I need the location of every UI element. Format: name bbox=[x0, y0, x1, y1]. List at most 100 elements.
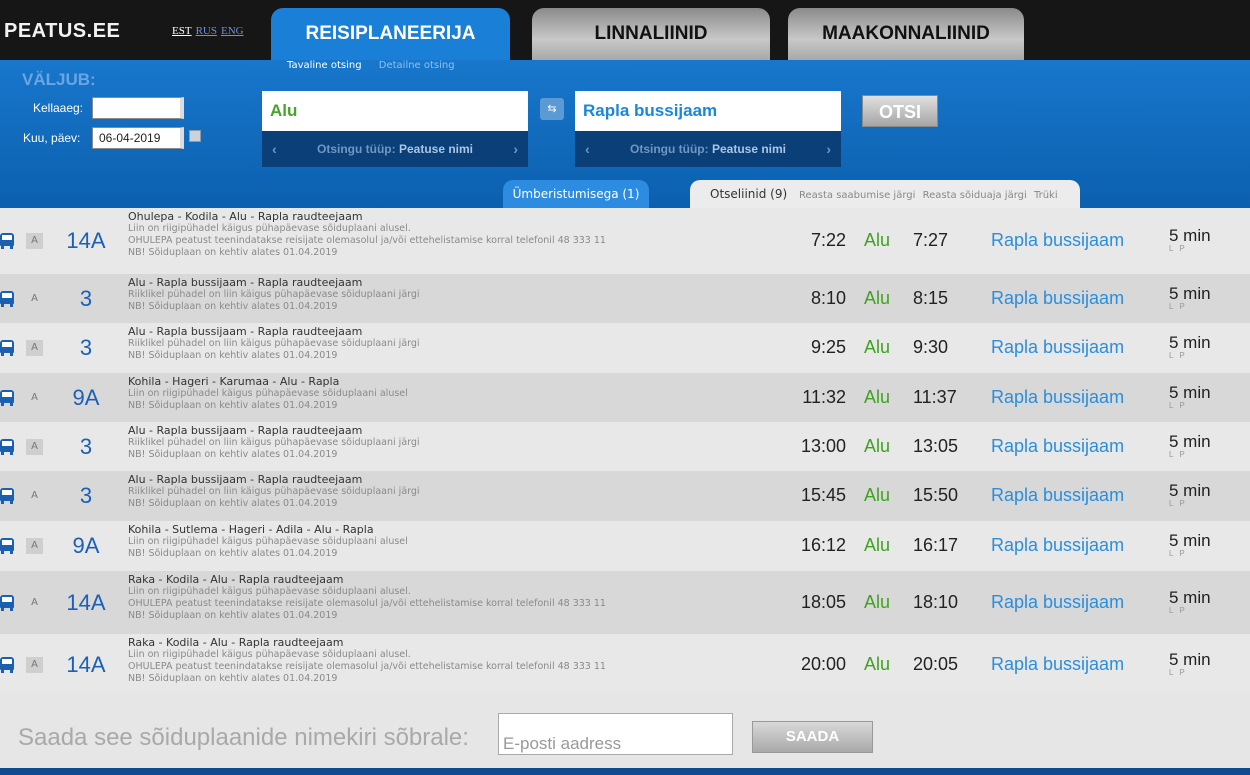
sort-by-duration-link[interactable]: Reasta sõiduaja järgi bbox=[923, 190, 1027, 201]
accessibility-badge: A bbox=[26, 656, 43, 673]
destination-link[interactable]: Rapla bussijaam bbox=[991, 535, 1124, 556]
route-number[interactable]: 3 bbox=[50, 483, 122, 509]
arrival-time: 18:10 bbox=[913, 591, 959, 612]
result-row[interactable]: A 9A Kohila - Sutlema - Hageri - Adila - A… bbox=[0, 521, 1250, 571]
departure-time: 20:00 bbox=[800, 653, 846, 674]
tab-city-lines[interactable]: LINNALIINID bbox=[532, 8, 770, 60]
destination-link[interactable]: Rapla bussijaam bbox=[991, 387, 1124, 408]
site-logo[interactable]: PEATUS.EE bbox=[4, 20, 120, 43]
route-note: NB! Sõiduplaan on kehtiv alates 01.04.20… bbox=[128, 301, 338, 312]
bus-icon-part bbox=[1, 450, 4, 455]
to-stop-input[interactable]: Rapla bussijaam bbox=[575, 91, 841, 131]
from-stop-input[interactable]: Alu bbox=[262, 91, 528, 131]
route-name[interactable]: Alu - Rapla bussijaam - Rapla raudteejaa… bbox=[128, 276, 748, 289]
result-row[interactable]: A 14A Ohulepa - Kodila - Alu - Rapla raudt… bbox=[0, 208, 1250, 274]
bus-icon-part bbox=[2, 596, 12, 602]
chevron-right-icon[interactable]: › bbox=[826, 131, 831, 167]
email-input[interactable]: E-posti aadress bbox=[498, 713, 733, 755]
route-name[interactable]: Ohulepa - Kodila - Alu - Rapla raudteeja… bbox=[128, 210, 748, 223]
destination-link[interactable]: Rapla bussijaam bbox=[991, 230, 1124, 251]
route-name[interactable]: Alu - Rapla bussijaam - Rapla raudteejaa… bbox=[128, 325, 748, 338]
route-description: Kohila - Hageri - Karumaa - Alu - Rapla L… bbox=[128, 375, 748, 412]
departure-stop: Alu bbox=[864, 287, 891, 308]
destination-link[interactable]: Rapla bussijaam bbox=[991, 592, 1124, 613]
direct-lines-label[interactable]: Otseliinid (9) bbox=[710, 187, 787, 201]
from-search-type[interactable]: ‹ Otsingu tüüp: Peatuse nimi › bbox=[262, 131, 528, 167]
chevron-left-icon[interactable]: ‹ bbox=[585, 131, 590, 167]
time-input[interactable] bbox=[92, 97, 184, 119]
route-number[interactable]: 14A bbox=[50, 652, 122, 678]
departure-time: 15:45 bbox=[800, 485, 846, 505]
operating-days: L P bbox=[1169, 351, 1187, 360]
bus-icon-part bbox=[2, 391, 12, 397]
bus-icon-part bbox=[2, 490, 12, 495]
destination-link[interactable]: Rapla bussijaam bbox=[991, 485, 1124, 506]
bottom-bar bbox=[0, 768, 1250, 775]
route-name[interactable]: Alu - Rapla bussijaam - Rapla raudteejaa… bbox=[128, 424, 748, 437]
route-name[interactable]: Alu - Rapla bussijaam - Rapla raudteejaa… bbox=[128, 473, 748, 486]
route-name[interactable]: Raka - Kodila - Alu - Rapla raudteejaam bbox=[128, 573, 748, 586]
operating-days: L P bbox=[1169, 549, 1187, 558]
route-number[interactable]: 3 bbox=[50, 286, 122, 312]
tab-simple-search[interactable]: Tavaline otsing bbox=[287, 60, 362, 71]
tab-direct-lines[interactable]: Otseliinid (9) Reasta saabumise järgi Re… bbox=[690, 180, 1080, 208]
route-name[interactable]: Kohila - Hageri - Karumaa - Alu - Rapla bbox=[128, 375, 748, 388]
search-mode-tabs: Tavaline otsing Detailne otsing bbox=[287, 60, 455, 71]
route-number[interactable]: 3 bbox=[50, 434, 122, 460]
tab-detailed-search[interactable]: Detailne otsing bbox=[379, 60, 455, 71]
bus-icon bbox=[0, 538, 14, 554]
result-row[interactable]: A 3 Alu - Rapla bussijaam - Rapla raudteej… bbox=[0, 274, 1250, 323]
route-number[interactable]: 14A bbox=[50, 590, 122, 616]
swap-stops-icon[interactable]: ⇆ bbox=[540, 98, 564, 120]
duration-value: 5 min bbox=[1169, 531, 1211, 550]
route-name[interactable]: Kohila - Sutlema - Hageri - Adila - Alu … bbox=[128, 523, 748, 536]
route-description: Kohila - Sutlema - Hageri - Adila - Alu … bbox=[128, 523, 748, 560]
accessibility-badge: A bbox=[31, 391, 38, 403]
chevron-right-icon[interactable]: › bbox=[513, 131, 518, 167]
result-row[interactable]: A 9A Kohila - Hageri - Karumaa - Alu - Rap… bbox=[0, 373, 1250, 422]
trip-duration: 5 min L P bbox=[1169, 227, 1211, 254]
route-note: Liin on riigipühadel käigus pühapäevase … bbox=[128, 586, 411, 597]
route-name[interactable]: Raka - Kodila - Alu - Rapla raudteejaam bbox=[128, 636, 748, 649]
destination-link[interactable]: Rapla bussijaam bbox=[991, 337, 1124, 358]
lang-rus-link[interactable]: RUS bbox=[196, 25, 217, 37]
bus-icon bbox=[0, 233, 14, 249]
route-number[interactable]: 14A bbox=[50, 228, 122, 254]
result-row[interactable]: A 3 Alu - Rapla bussijaam - Rapla raudteej… bbox=[0, 323, 1250, 373]
route-number[interactable]: 9A bbox=[50, 533, 122, 559]
search-button[interactable]: OTSI bbox=[862, 95, 938, 127]
destination-link[interactable]: Rapla bussijaam bbox=[991, 436, 1124, 457]
search-type-prefix: Otsingu tüüp: bbox=[629, 142, 709, 156]
lang-est-link[interactable]: EST bbox=[172, 25, 192, 37]
chevron-left-icon[interactable]: ‹ bbox=[272, 131, 277, 167]
result-row[interactable]: A 14A Raka - Kodila - Alu - Rapla raudteej… bbox=[0, 634, 1250, 695]
calendar-icon[interactable] bbox=[189, 130, 201, 142]
route-note: NB! Sõiduplaan on kehtiv alates 01.04.20… bbox=[128, 673, 338, 684]
print-link[interactable]: Trüki bbox=[1034, 190, 1058, 201]
result-row[interactable]: A 3 Alu - Rapla bussijaam - Rapla raudteej… bbox=[0, 471, 1250, 521]
route-note: Liin on riigipühadel käigus pühapäevase … bbox=[128, 388, 408, 399]
bus-icon bbox=[0, 389, 14, 406]
route-number[interactable]: 9A bbox=[50, 385, 122, 411]
send-button[interactable]: SAADA bbox=[752, 721, 873, 753]
tab-trip-planner[interactable]: REISIPLANEERIJA bbox=[271, 8, 510, 63]
bus-icon-part bbox=[10, 302, 13, 307]
departure-stop: Alu bbox=[864, 535, 891, 555]
lang-eng-link[interactable]: ENG bbox=[221, 25, 244, 37]
destination-link[interactable]: Rapla bussijaam bbox=[991, 288, 1124, 309]
result-row[interactable]: A 14A Raka - Kodila - Alu - Rapla raudteej… bbox=[0, 571, 1250, 634]
departure-time: 9:25 bbox=[810, 337, 846, 357]
result-row[interactable]: A 3 Alu - Rapla bussijaam - Rapla raudteej… bbox=[0, 422, 1250, 471]
bus-icon bbox=[0, 438, 14, 455]
tab-county-lines[interactable]: MAAKONNALIINID bbox=[788, 8, 1024, 60]
operating-days: L P bbox=[1169, 667, 1187, 677]
route-number[interactable]: 3 bbox=[50, 335, 122, 361]
to-search-type[interactable]: ‹ Otsingu tüüp: Peatuse nimi › bbox=[575, 131, 841, 167]
date-input[interactable]: 06-04-2019 bbox=[92, 127, 184, 149]
sort-by-arrival-link[interactable]: Reasta saabumise järgi bbox=[799, 190, 915, 201]
route-note: OHULEPA peatust teenindatakse reisijate … bbox=[128, 661, 606, 672]
departure-time: 13:00 bbox=[800, 435, 846, 456]
tab-with-transfers[interactable]: Ümberistumisega (1) bbox=[503, 180, 649, 208]
destination-link[interactable]: Rapla bussijaam bbox=[991, 654, 1124, 675]
departure-stop: Alu bbox=[864, 386, 891, 407]
